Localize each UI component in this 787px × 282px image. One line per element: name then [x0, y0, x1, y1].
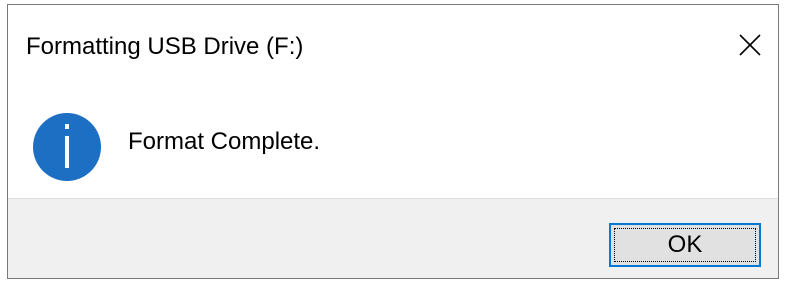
dialog-titlebar: Formatting USB Drive (F:)	[8, 5, 778, 85]
dialog-title: Formatting USB Drive (F:)	[26, 33, 304, 60]
ok-button-label: OK	[667, 231, 703, 258]
dialog-content: Format Complete.	[8, 85, 778, 198]
dialog-footer: OK	[8, 198, 778, 278]
close-icon	[739, 34, 761, 56]
ok-button[interactable]: OK	[609, 223, 761, 267]
dialog-message: Format Complete.	[128, 128, 321, 155]
info-icon	[33, 113, 101, 181]
close-button[interactable]	[722, 17, 778, 73]
format-dialog: Formatting USB Drive (F:) Format Complet…	[7, 4, 779, 279]
